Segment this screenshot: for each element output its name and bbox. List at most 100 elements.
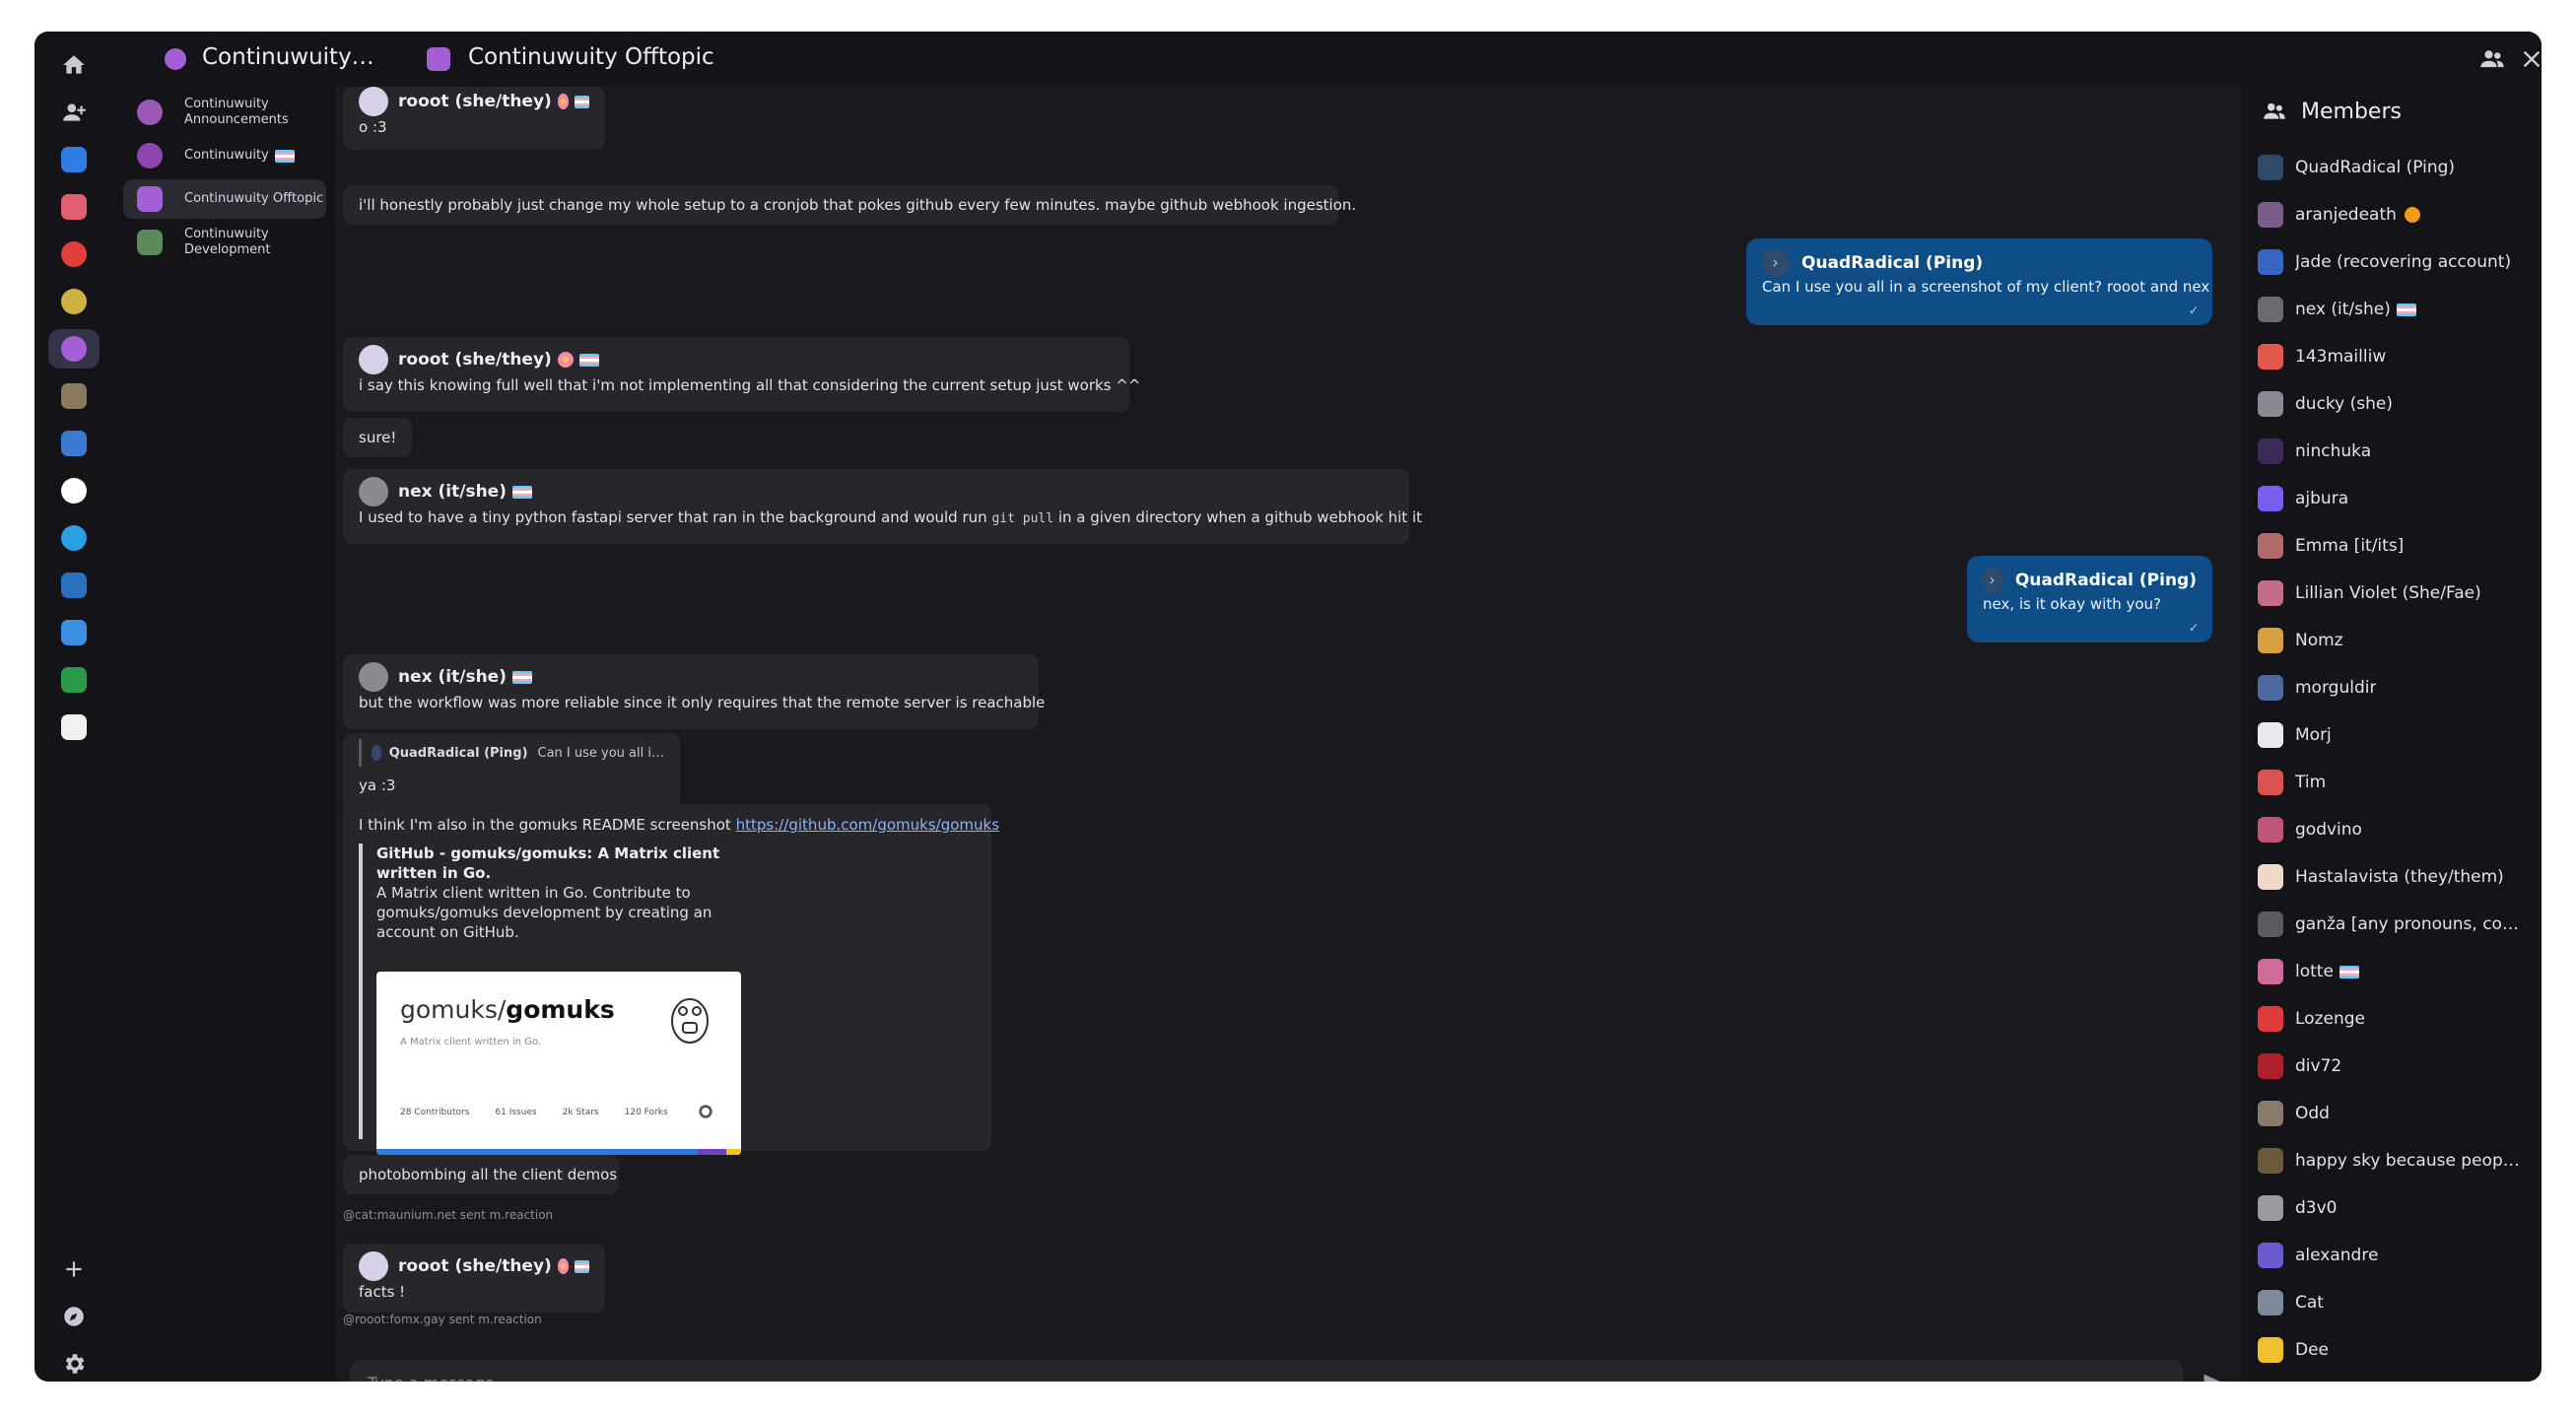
member-item[interactable]: Lozenge xyxy=(2258,1001,2534,1037)
room-item-label: Continuwuity Development xyxy=(184,227,271,257)
message-bubble[interactable]: QuadRadical (Ping) Can I use you all i… … xyxy=(343,733,680,810)
send-icon[interactable] xyxy=(2201,1370,2228,1382)
member-item[interactable]: Odd xyxy=(2258,1096,2534,1131)
server-1-icon xyxy=(61,147,87,172)
sender-name[interactable]: rooot (she/they) xyxy=(398,92,552,111)
server-8-button[interactable] xyxy=(48,471,100,510)
reply-quote[interactable]: QuadRadical (Ping) Can I use you all i… xyxy=(359,739,664,767)
server-5-button[interactable] xyxy=(48,329,100,369)
member-item[interactable]: aranjedeath xyxy=(2258,197,2534,233)
member-avatar xyxy=(2258,1101,2283,1126)
space-name[interactable]: Continuwuity… xyxy=(202,44,374,70)
members-toggle-icon[interactable] xyxy=(2478,45,2506,73)
room-item-label: Continuwuity xyxy=(184,148,269,163)
link-preview[interactable]: GitHub - gomuks/gomuks: A Matrix client … xyxy=(359,843,743,1155)
member-item[interactable]: Tim xyxy=(2258,765,2534,800)
room-item-announcements[interactable]: Continuwuity Announcements xyxy=(123,93,326,132)
message-bubble[interactable]: rooot (she/they) i say this knowing full… xyxy=(343,337,1140,412)
server-10-button[interactable] xyxy=(48,566,100,605)
settings-button[interactable] xyxy=(48,1344,100,1382)
member-item[interactable]: godvino xyxy=(2258,812,2534,847)
explore-button[interactable] xyxy=(48,1297,100,1336)
message-text: ya :3 xyxy=(359,776,396,794)
member-avatar xyxy=(2258,344,2283,370)
room-item-continuwuity[interactable]: Continuwuity xyxy=(123,136,326,175)
message-text: I think I'm also in the gomuks README sc… xyxy=(359,816,1000,834)
room-item-development[interactable]: Continuwuity Development xyxy=(123,223,326,262)
member-item[interactable]: Emma [it/its] xyxy=(2258,528,2534,564)
member-item[interactable]: Lillian Violet (She/Fae) xyxy=(2258,575,2534,611)
member-item[interactable]: Nomz xyxy=(2258,623,2534,658)
direct-messages-button[interactable] xyxy=(48,93,100,132)
server-4-button[interactable] xyxy=(48,282,100,321)
member-item[interactable]: Morj xyxy=(2258,717,2534,753)
github-icon xyxy=(699,1105,712,1118)
chevron-right-icon xyxy=(1983,567,2003,594)
home-button[interactable] xyxy=(48,45,100,85)
message-bubble[interactable]: rooot (she/they) facts ! xyxy=(343,1244,605,1313)
room-list: Continuwuity Announcements Continuwuity … xyxy=(113,87,335,1382)
member-item[interactable]: ninchuka xyxy=(2258,434,2534,469)
flower-icon xyxy=(557,94,570,109)
message-text: nex, is it okay with you? xyxy=(1983,595,2162,613)
sender-name[interactable]: QuadRadical (Ping) xyxy=(2015,571,2197,590)
sender-name[interactable]: QuadRadical (Ping) xyxy=(1801,253,1983,273)
server-13-button[interactable] xyxy=(48,708,100,747)
message-input[interactable] xyxy=(368,1360,2183,1382)
member-item[interactable]: QuadRadical (Ping) xyxy=(2258,150,2534,185)
member-item[interactable]: d3v0 xyxy=(2258,1190,2534,1226)
member-item[interactable]: Cat xyxy=(2258,1285,2534,1320)
member-item[interactable]: 143mailliw xyxy=(2258,339,2534,374)
member-item[interactable]: lotte xyxy=(2258,954,2534,989)
message-bubble[interactable]: I think I'm also in the gomuks README sc… xyxy=(343,804,1000,1155)
server-3-button[interactable] xyxy=(48,235,100,274)
member-avatar xyxy=(2258,722,2283,748)
member-avatar xyxy=(2258,675,2283,701)
member-item[interactable]: ajbura xyxy=(2258,481,2534,516)
member-name: Emma [it/its] xyxy=(2295,536,2405,556)
message-bubble[interactable]: rooot (she/they) o :3 xyxy=(343,87,605,150)
github-link[interactable]: https://github.com/gomuks/gomuks xyxy=(736,816,999,834)
sender-name[interactable]: nex (it/she) xyxy=(398,667,507,687)
avatar xyxy=(359,1251,388,1281)
server-1-button[interactable] xyxy=(48,140,100,179)
own-message-bubble[interactable]: QuadRadical (Ping) Can I use you all in … xyxy=(1746,238,2212,325)
reply-text: Can I use you all i… xyxy=(537,745,664,761)
member-item[interactable]: morguldir xyxy=(2258,670,2534,706)
member-item[interactable]: ganža [any pronouns, co… xyxy=(2258,907,2534,942)
member-item[interactable]: div72 xyxy=(2258,1048,2534,1084)
sender-name[interactable]: rooot (she/they) xyxy=(398,1256,552,1276)
message-bubble[interactable]: nex (it/she) I used to have a tiny pytho… xyxy=(343,469,1422,544)
member-item[interactable]: Dee xyxy=(2258,1332,2534,1368)
message-bubble[interactable]: sure! xyxy=(343,418,412,457)
member-name: 143mailliw xyxy=(2295,347,2387,367)
message-bubble[interactable]: photobombing all the client demos xyxy=(343,1155,619,1194)
close-icon[interactable] xyxy=(2518,45,2542,73)
server-11-button[interactable] xyxy=(48,613,100,652)
room-item-offtopic[interactable]: Continuwuity Offtopic xyxy=(123,179,326,219)
member-item[interactable]: nex (it/she) xyxy=(2258,292,2534,327)
sender-name[interactable]: nex (it/she) xyxy=(398,482,507,502)
member-name: Hastalavista (they/them) xyxy=(2295,867,2504,887)
member-item[interactable]: Jade (recovering account) xyxy=(2258,244,2534,280)
sender-name[interactable]: rooot (she/they) xyxy=(398,350,552,370)
server-12-button[interactable] xyxy=(48,660,100,700)
server-13-icon xyxy=(61,714,87,740)
own-message-bubble[interactable]: QuadRadical (Ping) nex, is it okay with … xyxy=(1967,556,2212,642)
member-name: Morj xyxy=(2295,725,2332,745)
room-item-label: Continuwuity Announcements xyxy=(184,97,289,127)
member-item[interactable]: Hastalavista (they/them) xyxy=(2258,859,2534,895)
member-item[interactable]: alexandre xyxy=(2258,1238,2534,1273)
reply-avatar xyxy=(372,745,381,761)
server-7-button[interactable] xyxy=(48,424,100,463)
server-6-button[interactable] xyxy=(48,376,100,416)
preview-image[interactable]: gomuks/gomuks A Matrix client written in… xyxy=(376,972,741,1155)
message-bubble[interactable]: i'll honestly probably just change my wh… xyxy=(343,185,1356,225)
member-item[interactable]: ducky (she) xyxy=(2258,386,2534,422)
message-text: facts ! xyxy=(359,1283,406,1301)
member-item[interactable]: happy sky because peop… xyxy=(2258,1143,2534,1179)
add-space-button[interactable] xyxy=(48,1249,100,1289)
server-9-button[interactable] xyxy=(48,518,100,558)
server-2-button[interactable] xyxy=(48,187,100,227)
message-bubble[interactable]: nex (it/she) but the workflow was more r… xyxy=(343,654,1045,729)
